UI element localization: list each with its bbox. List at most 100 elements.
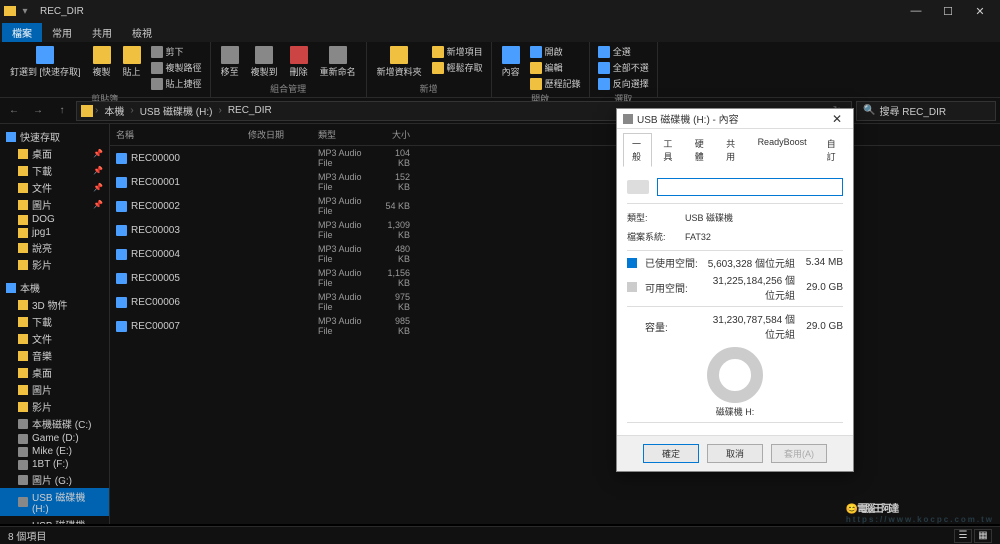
titlebar: ▾ REC_DIR — ☐ ✕ — [0, 0, 1000, 22]
col-size[interactable]: 大小 — [375, 126, 430, 143]
sidebar-item[interactable]: jpg1 — [0, 226, 109, 239]
pin-button[interactable]: 釘選到 [快速存取] — [6, 44, 85, 80]
dialog-drive-icon — [623, 114, 633, 124]
window-title: REC_DIR — [40, 6, 84, 17]
sidebar-item[interactable]: 文件📌 — [0, 179, 109, 196]
sidebar-item[interactable]: 文件 — [0, 330, 109, 347]
sidebar-item[interactable]: 圖片 (G:) — [0, 471, 109, 488]
maximize-button[interactable]: ☐ — [932, 0, 964, 22]
drive-icon — [81, 105, 93, 117]
tab-view[interactable]: 檢視 — [122, 23, 162, 42]
selectnone-button[interactable]: 全部不選 — [596, 60, 651, 75]
dialog-cancel-button[interactable]: 取消 — [707, 444, 763, 463]
tab-home[interactable]: 常用 — [42, 23, 82, 42]
file-row[interactable]: REC00006MP3 Audio File975 KB — [110, 290, 1000, 314]
newitem-button[interactable]: 新增項目 — [430, 44, 485, 59]
sidebar-item[interactable]: 說亮 — [0, 239, 109, 256]
sidebar-item[interactable]: 影片 — [0, 256, 109, 273]
sidebar-item[interactable]: 圖片📌 — [0, 196, 109, 213]
tab-share[interactable]: 共用 — [82, 23, 122, 42]
sidebar: 快速存取 桌面📌下載📌文件📌圖片📌DOGjpg1說亮影片 本機 3D 物件下載文… — [0, 124, 110, 524]
copyto-button[interactable]: 複製到 — [247, 44, 282, 80]
properties-dialog: USB 磁碟機 (H:) - 內容 ✕ 一般 工具 硬體 共用 ReadyBoo… — [616, 108, 854, 472]
edit-button[interactable]: 編輯 — [528, 60, 583, 75]
dialog-apply-button[interactable]: 套用(A) — [771, 444, 827, 463]
dialog-tab-sharing[interactable]: 共用 — [717, 133, 746, 167]
view-details-button[interactable]: ☰ — [954, 529, 972, 543]
column-headers: 名稱 修改日期 類型 大小 — [110, 124, 1000, 146]
dialog-tab-hardware[interactable]: 硬體 — [686, 133, 715, 167]
qat-icon[interactable]: ▾ — [18, 4, 32, 18]
file-row[interactable]: REC00007MP3 Audio File985 KB — [110, 314, 1000, 338]
audio-file-icon — [116, 225, 127, 236]
file-row[interactable]: REC00002MP3 Audio File54 KB — [110, 194, 1000, 218]
sidebar-item[interactable]: Game (D:) — [0, 432, 109, 445]
invert-button[interactable]: 反向選擇 — [596, 76, 651, 91]
copypath-button[interactable]: 複製路徑 — [149, 60, 204, 75]
ribbon-tabs: 檔案 常用 共用 檢視 — [0, 22, 1000, 42]
newfolder-button[interactable]: 新增資料夾 — [373, 44, 426, 80]
dialog-tab-customize[interactable]: 自訂 — [818, 133, 847, 167]
sidebar-item[interactable]: 下載📌 — [0, 162, 109, 179]
dialog-tab-tools[interactable]: 工具 — [654, 133, 683, 167]
sidebar-item[interactable]: 3D 物件 — [0, 296, 109, 313]
dialog-ok-button[interactable]: 確定 — [643, 444, 699, 463]
file-row[interactable]: REC00000MP3 Audio File104 KB — [110, 146, 1000, 170]
sidebar-item[interactable]: 影片 — [0, 398, 109, 415]
col-type[interactable]: 類型 — [310, 126, 375, 143]
dialog-close-button[interactable]: ✕ — [827, 112, 847, 126]
nav-forward[interactable]: → — [28, 101, 48, 121]
used-legend-icon — [627, 258, 637, 268]
easyaccess-button[interactable]: 輕鬆存取 — [430, 60, 485, 75]
audio-file-icon — [116, 321, 127, 332]
close-button[interactable]: ✕ — [964, 0, 996, 22]
open-button[interactable]: 開啟 — [528, 44, 583, 59]
history-button[interactable]: 歷程記錄 — [528, 76, 583, 91]
file-row[interactable]: REC00004MP3 Audio File480 KB — [110, 242, 1000, 266]
moveto-button[interactable]: 移至 — [217, 44, 243, 80]
pasteshort-button[interactable]: 貼上捷徑 — [149, 76, 204, 91]
sidebar-item[interactable]: DOG — [0, 213, 109, 226]
dialog-title: USB 磁碟機 (H:) - 內容 — [637, 111, 739, 126]
sidebar-item[interactable]: 音樂 — [0, 347, 109, 364]
file-row[interactable]: REC00001MP3 Audio File152 KB — [110, 170, 1000, 194]
sidebar-item[interactable]: USB 磁碟機 (H:) — [0, 488, 109, 516]
file-row[interactable]: REC00005MP3 Audio File1,156 KB — [110, 266, 1000, 290]
tab-file[interactable]: 檔案 — [2, 23, 42, 42]
sidebar-quick-access[interactable]: 快速存取 — [0, 128, 109, 145]
cut-button[interactable]: 剪下 — [149, 44, 204, 59]
view-icons-button[interactable]: ▦ — [974, 529, 992, 543]
col-name[interactable]: 名稱 — [110, 126, 240, 143]
col-date[interactable]: 修改日期 — [240, 126, 310, 143]
sidebar-item[interactable]: Mike (E:) — [0, 445, 109, 458]
audio-file-icon — [116, 177, 127, 188]
nav-back[interactable]: ← — [4, 101, 24, 121]
ribbon: 釘選到 [快速存取] 複製 貼上 剪下 複製路徑 貼上捷徑 剪貼簿 移至 複製到… — [0, 42, 1000, 98]
sidebar-this-pc[interactable]: 本機 — [0, 279, 109, 296]
nav-up[interactable]: ↑ — [52, 101, 72, 121]
sidebar-item[interactable]: USB 磁碟機 (H:) — [0, 516, 109, 524]
sidebar-item[interactable]: 圖片 — [0, 381, 109, 398]
sidebar-item[interactable]: 下載 — [0, 313, 109, 330]
file-list-pane: 名稱 修改日期 類型 大小 REC00000MP3 Audio File104 … — [110, 124, 1000, 524]
properties-button[interactable]: 內容 — [498, 44, 524, 80]
sidebar-item[interactable]: 1BT (F:) — [0, 458, 109, 471]
capacity-donut-chart — [707, 347, 763, 403]
delete-button[interactable]: 刪除 — [286, 44, 312, 80]
sidebar-item[interactable]: 桌面📌 — [0, 145, 109, 162]
drive-glyph-icon — [627, 180, 649, 194]
status-bar: 8 個項目 ☰ ▦ — [0, 526, 1000, 544]
sidebar-item[interactable]: 本機磁碟 (C:) — [0, 415, 109, 432]
item-count: 8 個項目 — [8, 528, 46, 543]
volume-label-input[interactable] — [657, 178, 843, 196]
copy-button[interactable]: 複製 — [89, 44, 115, 80]
search-input[interactable]: 🔍搜尋 REC_DIR — [856, 101, 996, 121]
sidebar-item[interactable]: 桌面 — [0, 364, 109, 381]
minimize-button[interactable]: — — [900, 0, 932, 22]
dialog-tab-general[interactable]: 一般 — [623, 133, 652, 167]
paste-button[interactable]: 貼上 — [119, 44, 145, 80]
selectall-button[interactable]: 全選 — [596, 44, 651, 59]
dialog-tab-readyboost[interactable]: ReadyBoost — [749, 133, 816, 167]
rename-button[interactable]: 重新命名 — [316, 44, 360, 80]
file-row[interactable]: REC00003MP3 Audio File1,309 KB — [110, 218, 1000, 242]
